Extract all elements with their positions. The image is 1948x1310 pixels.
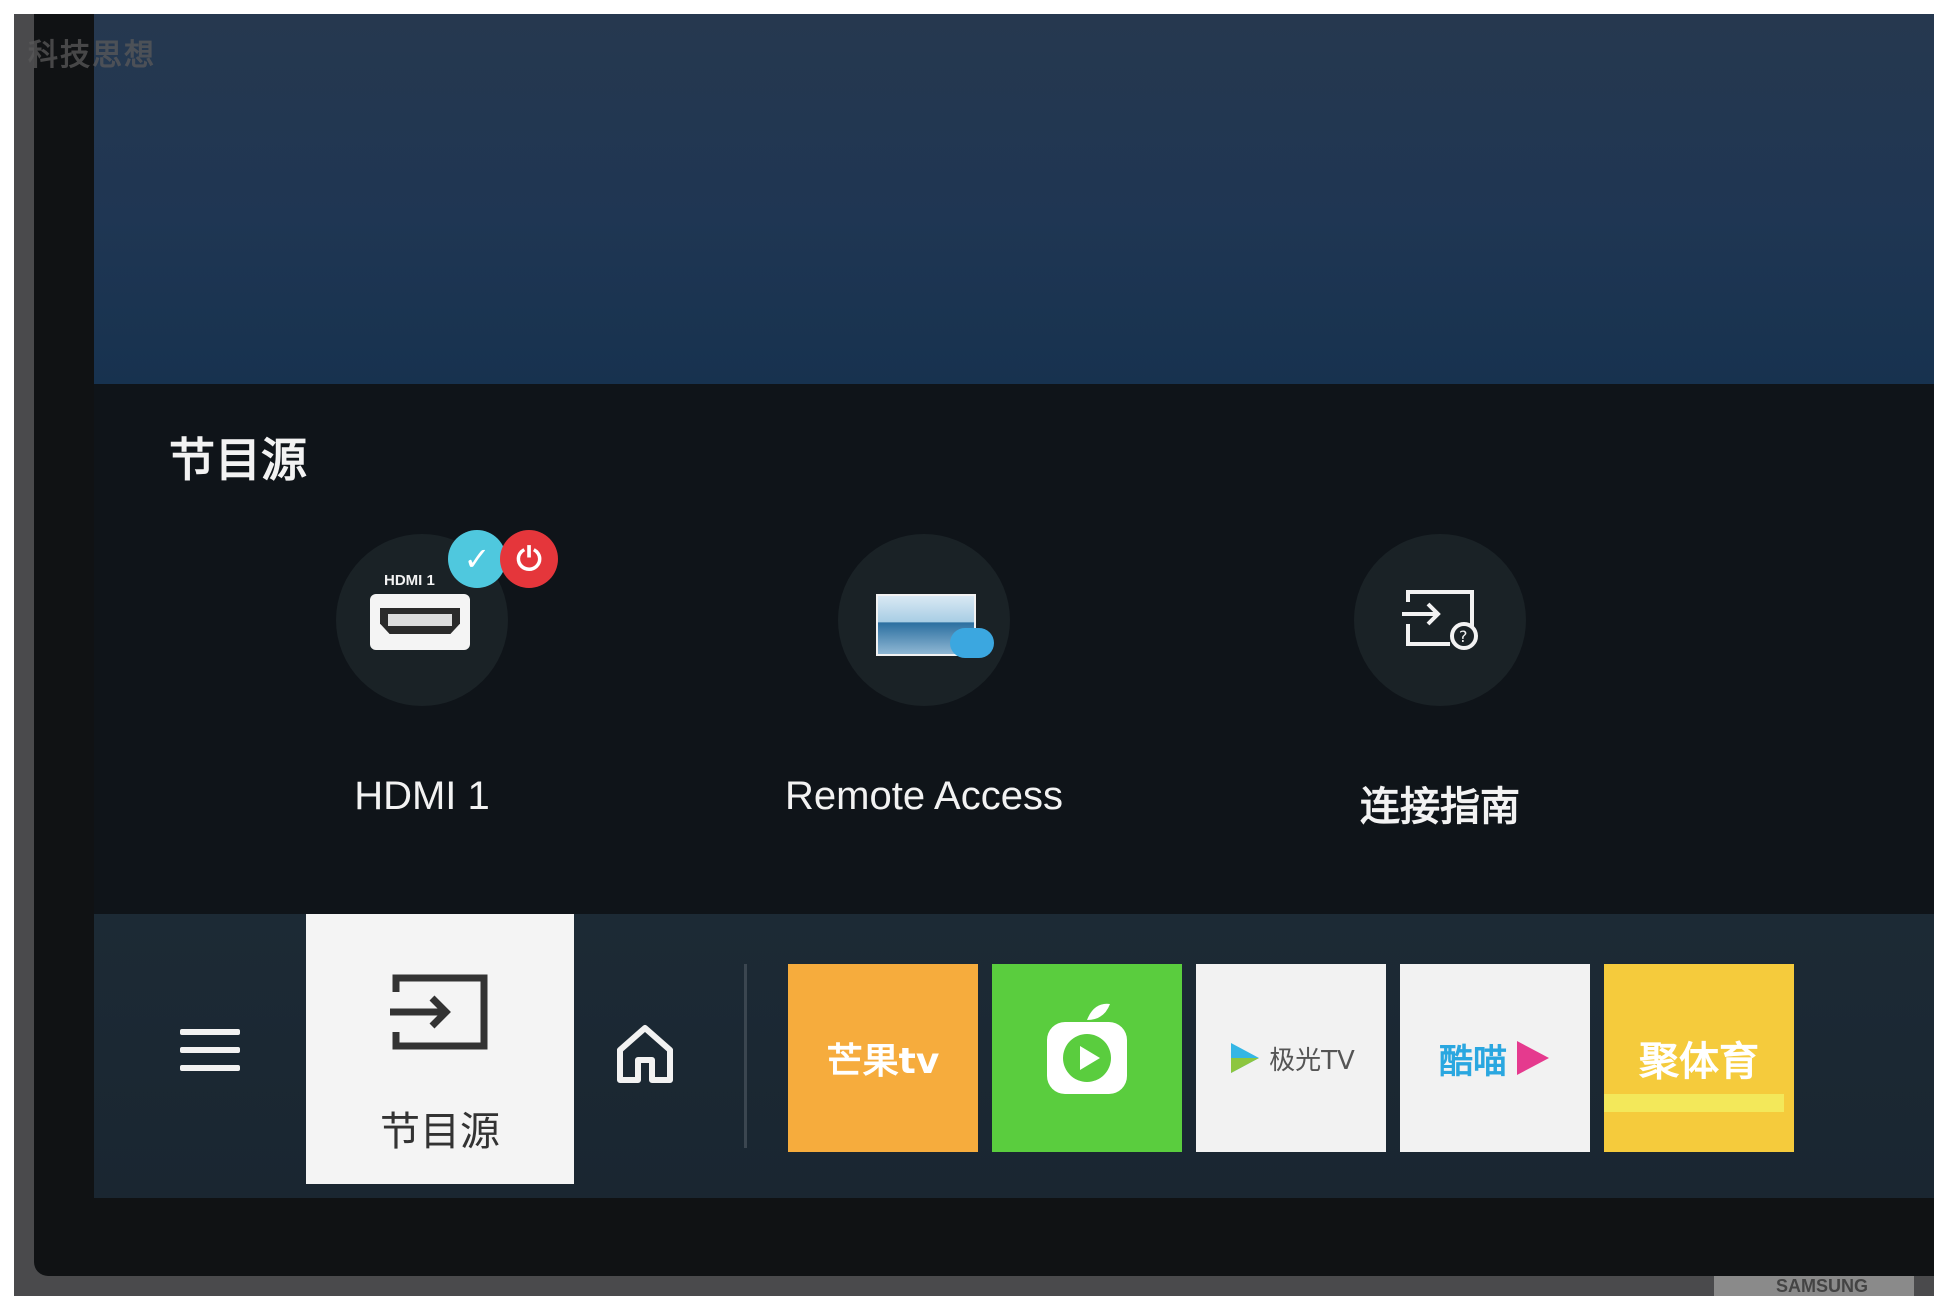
- source-label: HDMI 1: [354, 774, 490, 818]
- source-item-connection-guide[interactable]: ? 连接指南: [1230, 534, 1650, 854]
- source-item-remote-access[interactable]: Remote Access: [714, 534, 1134, 854]
- selected-source-tile[interactable]: 节目源: [306, 914, 574, 1184]
- app-name: 聚体育: [1639, 1039, 1759, 1085]
- screen-background: [94, 14, 1934, 384]
- play-icon: [1517, 1041, 1549, 1075]
- panel-title: 节目源: [169, 433, 307, 487]
- watermark: 科技思想: [28, 38, 156, 73]
- divider: [744, 964, 747, 1148]
- app-tile-ju-sports[interactable]: 聚体育: [1604, 964, 1794, 1152]
- hdmi-port-icon: [370, 594, 470, 650]
- app-name: 酷喵: [1400, 964, 1590, 1152]
- power-icon: ⏻: [500, 530, 558, 588]
- app-tile-jiguang-tv[interactable]: 极光TV: [1196, 964, 1386, 1152]
- source-circle: HDMI 1 ✓ ⏻: [336, 530, 558, 706]
- app-name: 芒果tv: [826, 1041, 940, 1082]
- app-tile-mango-tv[interactable]: 芒果tv: [788, 964, 978, 1152]
- connection-guide-icon: ?: [1402, 590, 1478, 650]
- hamburger-menu-icon[interactable]: [180, 1029, 240, 1079]
- taskbar: 节目源 芒果tv 极光TV 酷喵 聚体育: [94, 914, 1934, 1198]
- app-tile-kumiao[interactable]: 酷喵: [1400, 964, 1590, 1152]
- play-icon: [1231, 1043, 1260, 1073]
- tv-screen: 节目源 HDMI 1 ✓ ⏻ HDMI 1 Remote Access ? 连接…: [94, 14, 1934, 1198]
- svg-text:?: ?: [1459, 627, 1468, 646]
- selected-source-label: 节目源: [380, 1109, 500, 1155]
- hdmi-badge-text: HDMI 1: [384, 572, 435, 589]
- app-tile-green[interactable]: [992, 964, 1182, 1152]
- source-circle: [838, 534, 1010, 706]
- cloud-icon: [950, 628, 994, 658]
- green-tv-app-icon: [1047, 1003, 1127, 1094]
- photo-frame: 科技思想 节目源 HDMI 1 ✓ ⏻ HDMI 1 Remote Access…: [14, 14, 1934, 1296]
- tv-bezel: 节目源 HDMI 1 ✓ ⏻ HDMI 1 Remote Access ? 连接…: [34, 14, 1934, 1276]
- check-icon: ✓: [448, 530, 506, 588]
- source-label: Remote Access: [785, 774, 1063, 818]
- source-label: 连接指南: [1360, 784, 1520, 830]
- brand-logo: SAMSUNG: [1776, 1276, 1869, 1296]
- app-name: 极光TV: [1196, 964, 1386, 1152]
- home-icon[interactable]: [614, 1022, 676, 1088]
- source-item-hdmi1[interactable]: HDMI 1 ✓ ⏻ HDMI 1: [212, 530, 632, 854]
- source-input-icon: [390, 974, 488, 1050]
- source-circle: ?: [1354, 534, 1526, 706]
- source-panel: 节目源 HDMI 1 ✓ ⏻ HDMI 1 Remote Access ? 连接…: [94, 384, 1934, 914]
